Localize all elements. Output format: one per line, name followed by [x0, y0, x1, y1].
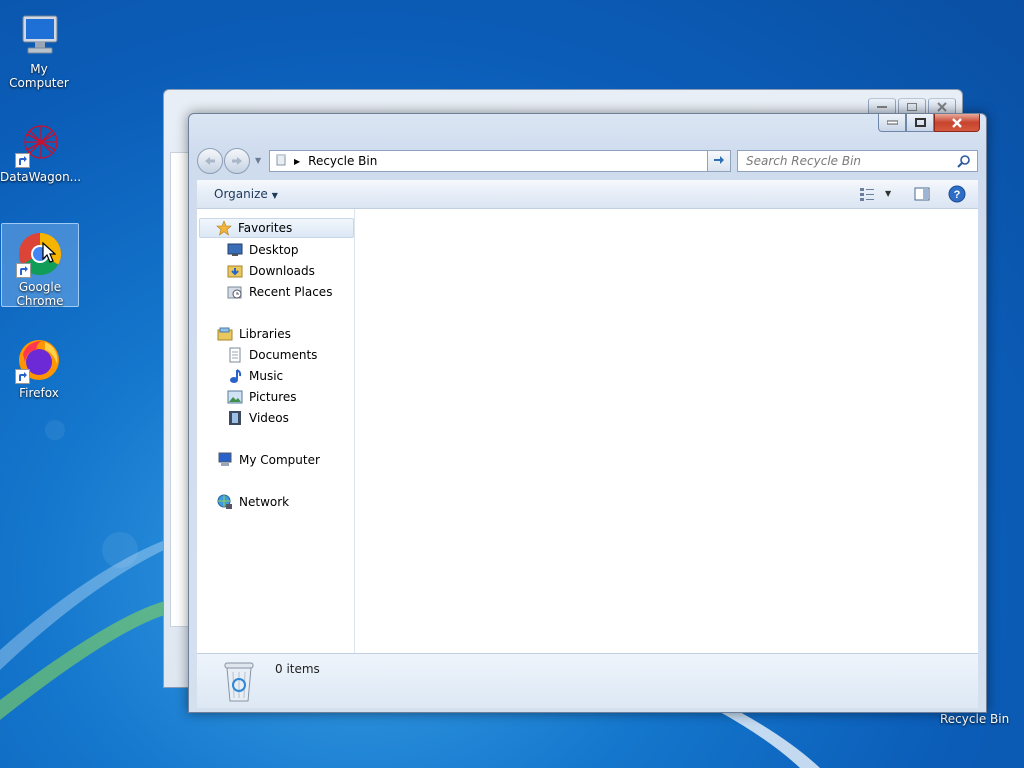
refresh-button[interactable] [707, 150, 731, 172]
nav-recent-places[interactable]: Recent Places [227, 282, 332, 302]
close-button[interactable] [934, 114, 980, 132]
nav-libraries-label: Libraries [239, 327, 291, 341]
desktop-recycle-bin-label[interactable]: Recycle Bin [940, 712, 1009, 726]
help-button[interactable]: ? [948, 185, 966, 206]
search-icon[interactable] [957, 154, 971, 171]
nav-music[interactable]: Music [227, 366, 283, 386]
nav-pictures[interactable]: Pictures [227, 387, 297, 407]
libraries-icon [217, 326, 233, 342]
nav-network-label: Network [239, 495, 290, 509]
nav-videos[interactable]: Videos [227, 408, 289, 428]
nav-my-computer[interactable]: My Computer [217, 450, 320, 470]
firefox-icon [15, 336, 63, 384]
chrome-icon [16, 230, 64, 278]
desktop-icon-label: My Computer [9, 62, 69, 90]
computer-icon [15, 12, 63, 60]
pictures-icon [227, 389, 243, 405]
address-bar[interactable]: ▶ Recycle Bin ▼ [269, 150, 731, 172]
desktop-icon-firefox[interactable]: Firefox [0, 330, 78, 400]
nav-favorites-label: Favorites [238, 221, 293, 235]
file-list-area[interactable] [356, 209, 978, 653]
forward-button[interactable] [224, 148, 250, 174]
command-bar: Organize ▼ ▼ ? [197, 180, 978, 209]
caption-buttons [878, 114, 980, 132]
nav-pictures-label: Pictures [249, 390, 297, 404]
desktop-icon-datawagon[interactable]: DataWagon... [0, 114, 82, 184]
explorer-body: Favorites Desktop Downloads Recent Place… [197, 209, 978, 653]
nav-videos-label: Videos [249, 411, 289, 425]
background-window-pane [170, 152, 190, 627]
maximize-button[interactable] [906, 114, 934, 132]
nav-desktop-label: Desktop [249, 243, 299, 257]
view-options-icon [860, 188, 874, 201]
recent-pages-dropdown[interactable]: ▼ [255, 156, 261, 165]
recent-places-icon [227, 284, 243, 300]
item-count: 0 items [275, 662, 320, 676]
music-icon [227, 368, 243, 384]
maximize-icon [914, 118, 926, 127]
nav-network[interactable]: Network [217, 492, 289, 512]
shortcut-arrow-icon [15, 153, 30, 168]
videos-icon [227, 410, 243, 426]
svg-text:?: ? [954, 189, 961, 201]
minimize-icon [886, 120, 898, 125]
navigation-bar: ▼ ▶ Recycle Bin ▼ Search Recycle Bin [197, 148, 978, 174]
nav-favorites[interactable]: Favorites [199, 218, 354, 238]
close-icon [952, 117, 962, 128]
computer-icon [217, 452, 233, 468]
chevron-down-icon: ▼ [271, 191, 278, 200]
desktop-icon-label: Firefox [19, 386, 59, 400]
desktop-icon [227, 242, 243, 258]
nav-downloads[interactable]: Downloads [227, 261, 315, 281]
downloads-folder-icon [227, 263, 243, 279]
shortcut-arrow-icon [15, 369, 30, 384]
search-input[interactable]: Search Recycle Bin [746, 154, 861, 168]
nav-documents-label: Documents [249, 348, 318, 362]
explorer-window[interactable]: ▼ ▶ Recycle Bin ▼ Search Recycle Bin Org… [188, 113, 987, 713]
network-icon [217, 494, 233, 510]
shortcut-arrow-icon [16, 263, 31, 278]
navigation-pane: Favorites Desktop Downloads Recent Place… [197, 209, 355, 653]
refresh-icon [714, 156, 724, 164]
recycle-bin-icon [274, 153, 288, 170]
nav-downloads-label: Downloads [249, 264, 315, 278]
star-icon [216, 220, 232, 236]
nav-desktop[interactable]: Desktop [227, 240, 299, 260]
forward-arrow-icon [232, 157, 242, 165]
desktop-icon-my-computer[interactable]: My Computer [0, 6, 78, 90]
nav-my-computer-label: My Computer [239, 453, 320, 467]
back-button[interactable] [197, 148, 223, 174]
nav-libraries[interactable]: Libraries [217, 324, 291, 344]
desktop-icon-label: Google Chrome [16, 280, 64, 308]
change-view-button[interactable] [859, 186, 875, 205]
recycle-bin-icon [219, 658, 259, 707]
preview-pane-icon [914, 187, 930, 201]
desktop-icon-google-chrome[interactable]: Google Chrome [1, 223, 79, 308]
search-box[interactable]: Search Recycle Bin [737, 150, 978, 172]
minimize-button[interactable] [878, 114, 906, 132]
breadcrumb-separator-icon[interactable]: ▶ [294, 157, 300, 166]
nav-recent-places-label: Recent Places [249, 285, 333, 299]
datawagon-icon [15, 120, 63, 168]
back-arrow-icon [205, 157, 215, 165]
mouse-cursor-icon [42, 242, 56, 263]
address-location[interactable]: Recycle Bin [308, 154, 377, 168]
documents-icon [227, 347, 243, 363]
organize-label: Organize [214, 187, 268, 201]
nav-documents[interactable]: Documents [227, 345, 317, 365]
desktop-icon-label: DataWagon... [0, 170, 82, 184]
help-icon: ? [948, 185, 966, 203]
view-options-dropdown-icon[interactable]: ▼ [885, 189, 891, 198]
preview-pane-button[interactable] [914, 186, 930, 205]
details-pane: 0 items [197, 653, 978, 708]
nav-music-label: Music [249, 369, 284, 383]
organize-button[interactable]: Organize ▼ [214, 187, 278, 201]
